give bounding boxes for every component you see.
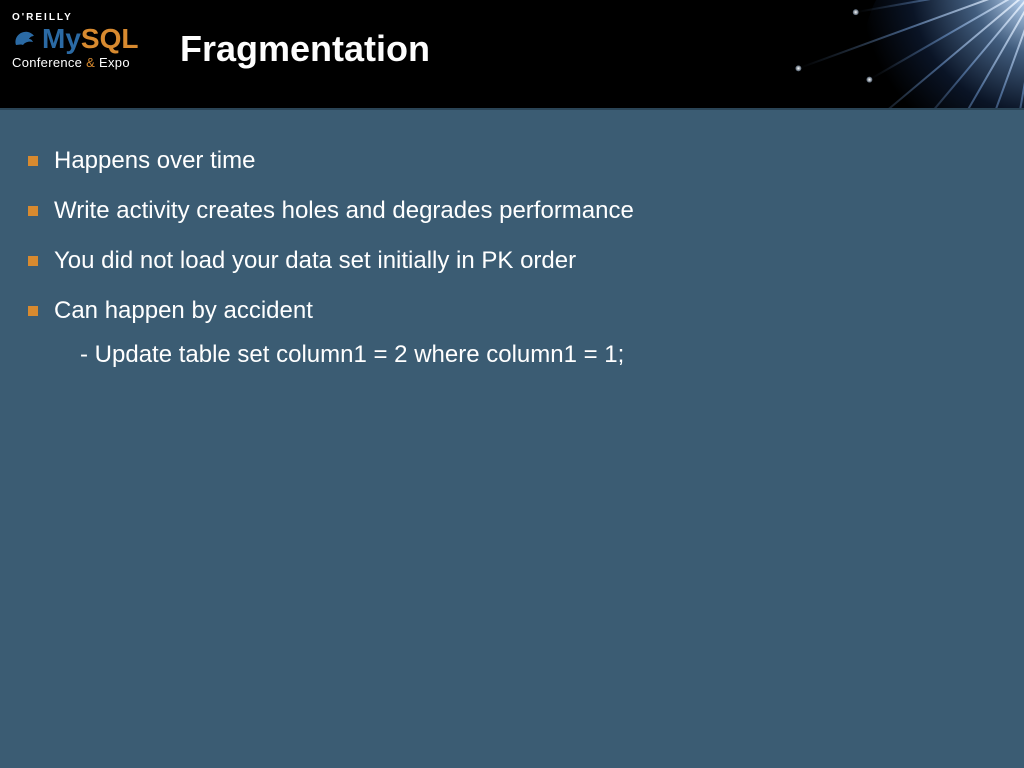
- slide-title: Fragmentation: [180, 28, 430, 70]
- bullet-item: Can happen by accident - Update table se…: [28, 296, 996, 370]
- bullet-text: You did not load your data set initially…: [54, 246, 576, 276]
- mysql-wordmark: MySQL: [42, 25, 138, 53]
- fiber-optic-graphic: [724, 0, 1024, 108]
- header-banner: O'REILLY MySQL Conference & Expo Fragmen…: [0, 0, 1024, 108]
- bullet-text: Write activity creates holes and degrade…: [54, 196, 634, 226]
- bullet-icon: [28, 306, 38, 316]
- mysql-logo: MySQL: [12, 25, 150, 53]
- bullet-icon: [28, 256, 38, 266]
- conference-expo-caption: Conference & Expo: [12, 55, 150, 70]
- slide-body: Happens over time Write activity creates…: [0, 110, 1024, 370]
- dolphin-icon: [12, 27, 36, 51]
- bullet-icon: [28, 156, 38, 166]
- mysql-conference-badge: O'REILLY MySQL Conference & Expo: [12, 12, 150, 70]
- oreilly-wordmark: O'REILLY: [12, 12, 150, 23]
- bullet-subtext: - Update table set column1 = 2 where col…: [80, 340, 624, 370]
- bullet-icon: [28, 206, 38, 216]
- bullet-item: Happens over time: [28, 146, 996, 176]
- bullet-text: Can happen by accident - Update table se…: [54, 296, 624, 370]
- bullet-item: Write activity creates holes and degrade…: [28, 196, 996, 226]
- bullet-item: You did not load your data set initially…: [28, 246, 996, 276]
- bullet-text: Happens over time: [54, 146, 255, 176]
